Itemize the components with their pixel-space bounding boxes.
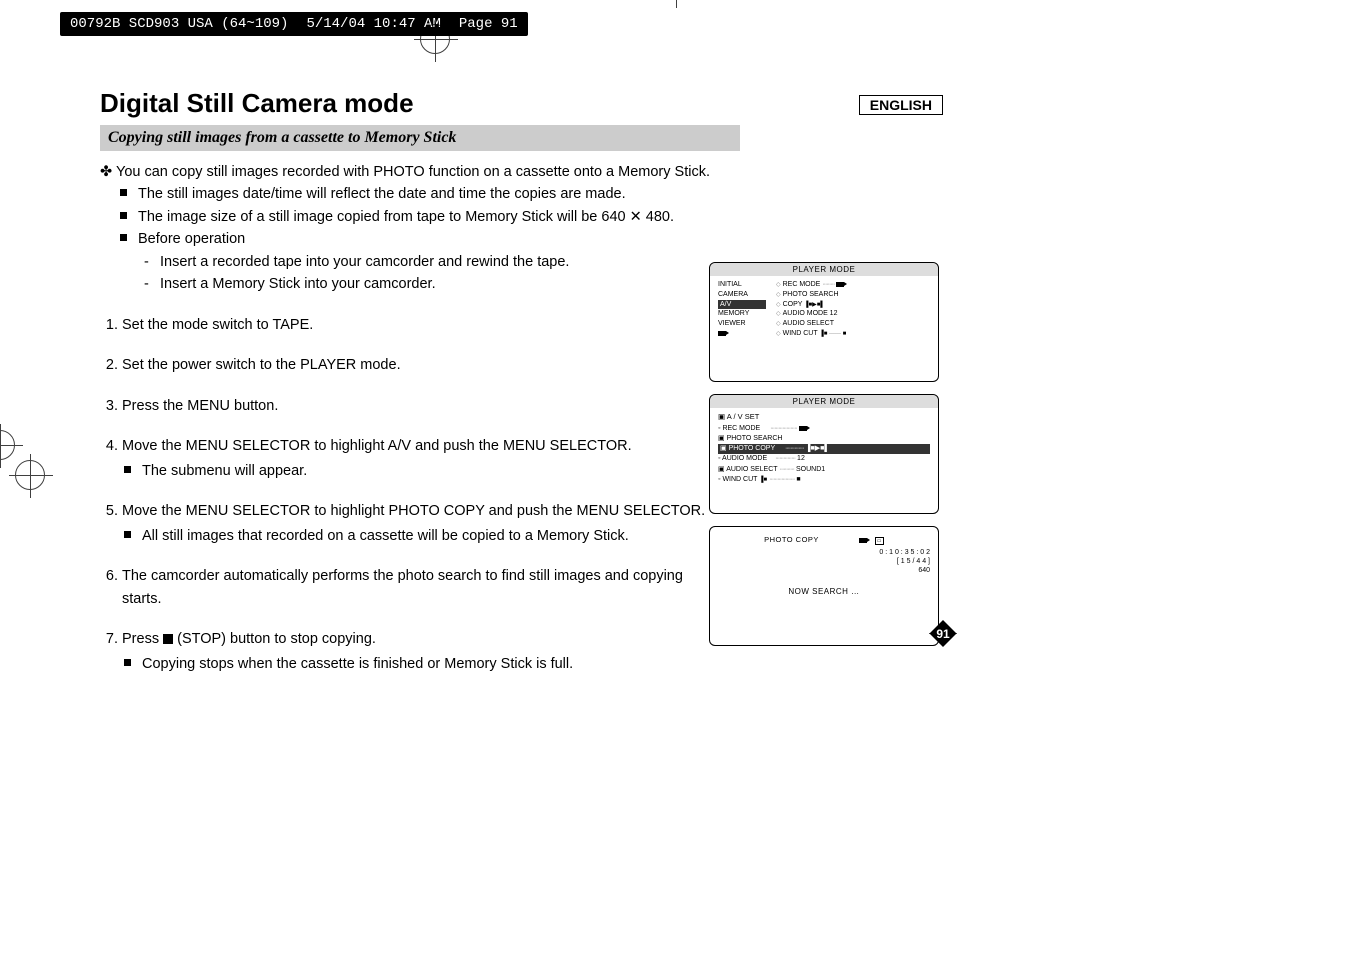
doc-datetime: 5/14/04 10:47 AM xyxy=(306,16,440,32)
intro-bullet: Before operation xyxy=(100,228,740,250)
intro-bullet: The image size of a still image copied f… xyxy=(100,206,740,228)
frame-counter: [ 1 5 / 4 4 ] xyxy=(718,557,930,566)
step-item: Set the power switch to the PLAYER mode. xyxy=(122,354,710,376)
step-item: The camcorder automatically performs the… xyxy=(122,565,710,610)
status-text: NOW SEARCH … xyxy=(718,587,930,596)
stop-icon xyxy=(163,634,173,644)
doc-page-marker: Page 91 xyxy=(459,16,518,32)
screen-title: PLAYER MODE xyxy=(710,263,938,276)
intro-sub-bullet: Insert a recorded tape into your camcord… xyxy=(100,251,740,273)
doc-header: 00792B SCD903 USA (64~109) 5/14/04 10:47… xyxy=(60,12,528,36)
screen-heading: ▣ A / V SET xyxy=(718,412,930,421)
camera-icon xyxy=(859,538,867,543)
screen-illustrations: PLAYER MODE INITIAL CAMERA A/V MEMORY VI… xyxy=(709,262,939,658)
intro-line: You can copy still images recorded with … xyxy=(100,161,740,183)
photo-copy-label: PHOTO COPY xyxy=(764,535,819,544)
camera-icon xyxy=(799,426,807,431)
registration-mark-icon xyxy=(420,24,450,54)
intro-bullet: The still images date/time will reflect … xyxy=(100,183,740,205)
step-item: Press the MENU button. xyxy=(122,395,710,417)
registration-mark-icon xyxy=(15,460,45,490)
screen-header-row: PHOTO COPY ▭ xyxy=(718,535,930,546)
steps-list: Set the mode switch to TAPE. Set the pow… xyxy=(100,314,710,675)
step-sub: All still images that recorded on a cass… xyxy=(122,525,710,547)
step-item: Move the MENU SELECTOR to highlight A/V … xyxy=(122,435,710,482)
section-subtitle: Copying still images from a cassette to … xyxy=(100,125,740,151)
screen-player-mode-menu: PLAYER MODE INITIAL CAMERA A/V MEMORY VI… xyxy=(709,262,939,382)
camera-icon xyxy=(718,329,766,339)
menu-right-column: REC MODE ········· PHOTO SEARCH COPY ▐■▶… xyxy=(776,280,846,339)
elapsed-time: 0 : 1 0 : 3 5 : 0 2 xyxy=(718,548,930,557)
camera-icon xyxy=(836,282,844,287)
step-item: Press (STOP) button to stop copying. Cop… xyxy=(122,628,710,675)
step-sub: The submenu will appear. xyxy=(122,460,710,482)
time-counter-block: 0 : 1 0 : 3 5 : 0 2 [ 1 5 / 4 4 ] 640 xyxy=(718,548,930,575)
registration-mark-icon xyxy=(0,430,15,460)
image-size: 640 xyxy=(718,566,930,575)
intro-sub-bullet: Insert a Memory Stick into your camcorde… xyxy=(100,273,740,295)
step-item: Set the mode switch to TAPE. xyxy=(122,314,710,336)
page-title: Digital Still Camera mode xyxy=(100,88,950,119)
intro-list: You can copy still images recorded with … xyxy=(100,161,740,296)
step-item: Move the MENU SELECTOR to highlight PHOT… xyxy=(122,500,710,547)
menu-left-column: INITIAL CAMERA A/V MEMORY VIEWER xyxy=(718,280,766,339)
screen-title: PLAYER MODE xyxy=(710,395,938,408)
memory-stick-icon: ▭ xyxy=(875,537,884,545)
step-sub: Copying stops when the cassette is finis… xyxy=(122,653,710,675)
page-number: 91 xyxy=(931,627,955,641)
screen-av-set-menu: PLAYER MODE ▣ A / V SET ◦ REC MODE ·····… xyxy=(709,394,939,514)
doc-id: 00792B SCD903 USA (64~109) xyxy=(70,16,288,32)
menu-rows: ◦ REC MODE ···················· ▣ PHOTO … xyxy=(718,424,930,485)
screen-photo-copy-progress: PHOTO COPY ▭ 0 : 1 0 : 3 5 : 0 2 [ 1 5 /… xyxy=(709,526,939,646)
